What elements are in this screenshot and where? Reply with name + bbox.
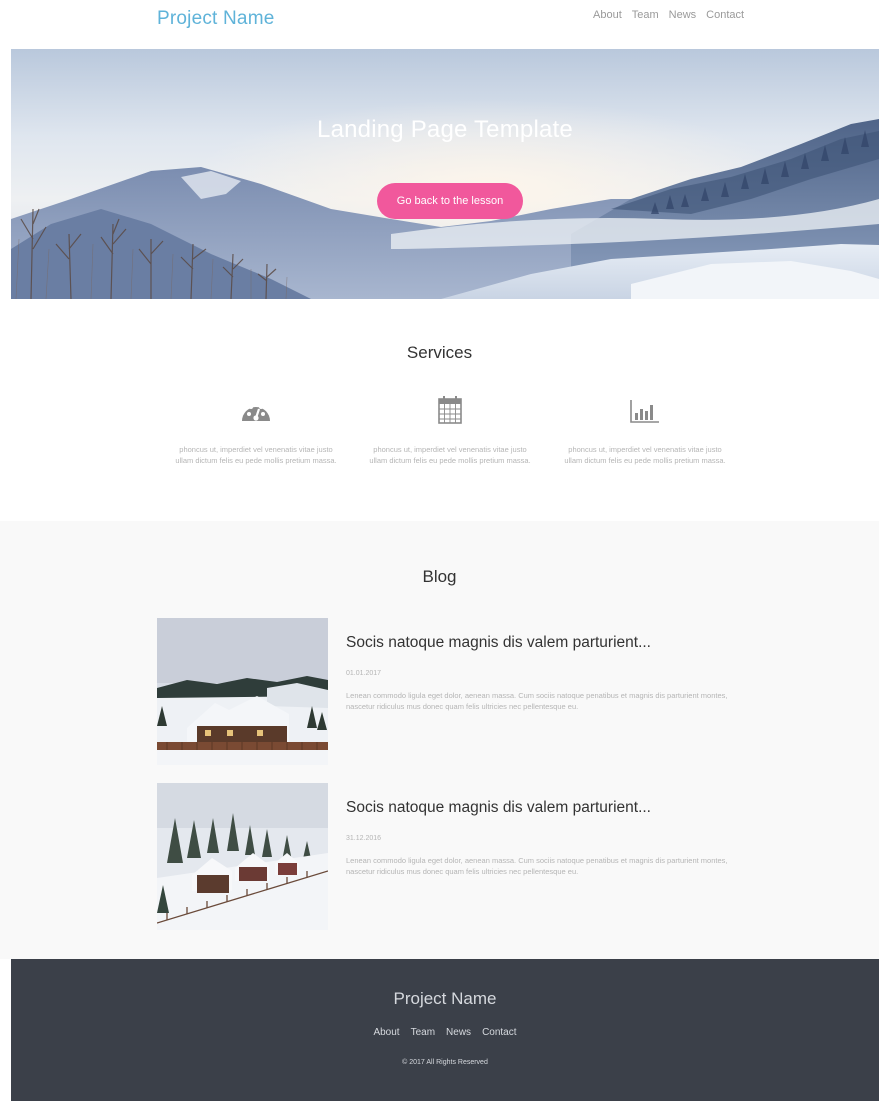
copyright-text: © 2017 All Rights Reserved xyxy=(402,1059,488,1066)
post-excerpt: Lenean commodo ligula eget dolor, aenean… xyxy=(346,856,728,876)
site-footer: Project Name About Team News Contact © 2… xyxy=(11,959,879,1101)
calendar-icon xyxy=(438,396,462,424)
service-text: phoncus ut, imperdiet vel venenatis vita… xyxy=(564,445,726,465)
blog-title: Blog xyxy=(422,567,457,586)
footer-nav-about[interactable]: About xyxy=(373,1027,399,1038)
bar-chart-icon xyxy=(630,400,659,423)
blog-post: Socis natoque magnis dis valem parturien… xyxy=(157,618,727,765)
dashboard-icon xyxy=(242,402,270,421)
services-section: Services phoncus ut, imperdiet vel venen… xyxy=(0,299,879,521)
post-date: 01.01.2017 xyxy=(346,670,382,677)
back-to-lesson-button[interactable]: Go back to the lesson xyxy=(377,183,523,219)
footer-brand[interactable]: Project Name xyxy=(11,989,879,1009)
post-title[interactable]: Socis natoque magnis dis valem parturien… xyxy=(346,634,651,652)
main-nav: About Team News Contact xyxy=(593,9,744,21)
post-image[interactable] xyxy=(157,618,328,765)
post-date: 31.12.2016 xyxy=(346,835,382,842)
nav-about[interactable]: About xyxy=(593,9,622,21)
services-title: Services xyxy=(406,343,473,362)
post-title[interactable]: Socis natoque magnis dis valem parturien… xyxy=(346,799,651,817)
site-header: Project Name About Team News Contact xyxy=(0,0,879,49)
service-text: phoncus ut, imperdiet vel venenatis vita… xyxy=(175,445,337,465)
post-image[interactable] xyxy=(157,783,328,930)
footer-nav-team[interactable]: Team xyxy=(411,1027,435,1038)
footer-nav-news[interactable]: News xyxy=(446,1027,471,1038)
hero-banner: Landing Page Template Go back to the les… xyxy=(11,49,879,299)
footer-nav-contact[interactable]: Contact xyxy=(482,1027,516,1038)
nav-team[interactable]: Team xyxy=(632,9,659,21)
service-text: phoncus ut, imperdiet vel venenatis vita… xyxy=(369,445,531,465)
blog-section: Blog Socis natoque magnis dis valem part… xyxy=(0,521,879,959)
footer-nav: About Team News Contact xyxy=(11,1027,879,1038)
blog-post: Socis natoque magnis dis valem parturien… xyxy=(157,783,727,930)
hero-title: Landing Page Template xyxy=(317,116,573,143)
nav-news[interactable]: News xyxy=(669,9,697,21)
post-excerpt: Lenean commodo ligula eget dolor, aenean… xyxy=(346,691,728,711)
brand-logo[interactable]: Project Name xyxy=(157,8,275,30)
hero-mountain-image xyxy=(11,49,879,299)
nav-contact[interactable]: Contact xyxy=(706,9,744,21)
